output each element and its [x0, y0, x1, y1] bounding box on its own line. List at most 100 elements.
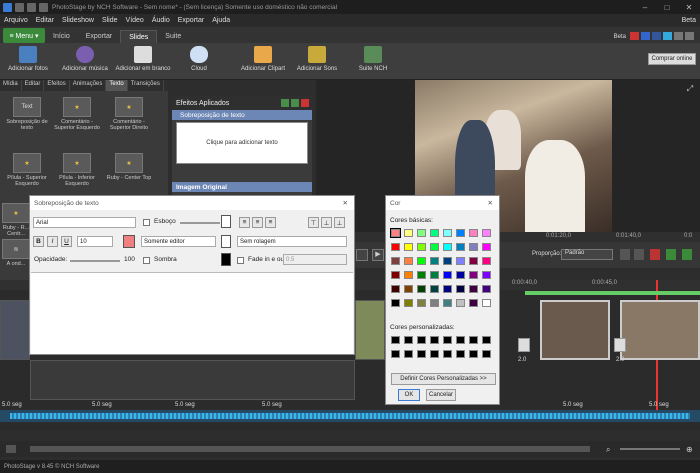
crop-icon[interactable]	[634, 249, 644, 260]
color-swatch[interactable]	[443, 257, 452, 265]
zoom-out-icon[interactable]	[6, 445, 16, 453]
rotate-right-icon[interactable]	[682, 249, 692, 260]
italic-button[interactable]: I	[47, 236, 58, 247]
color-swatch[interactable]	[456, 271, 465, 279]
flickr-icon[interactable]	[641, 32, 650, 40]
color-swatch[interactable]	[417, 285, 426, 293]
shadow-color-swatch[interactable]	[221, 253, 231, 266]
fade-checkbox[interactable]	[237, 257, 244, 264]
color-swatch[interactable]	[482, 257, 491, 265]
save-icon[interactable]	[15, 2, 24, 12]
preset-item[interactable]: ★ Comentário - Superior Direito	[104, 97, 154, 131]
zoom-in-icon[interactable]: ⊕	[686, 445, 696, 454]
menu-arquivo[interactable]: Arquivo	[0, 17, 32, 24]
align-right-button[interactable]: ≡	[265, 217, 276, 228]
custom-color-swatch[interactable]	[430, 336, 439, 344]
color-swatch[interactable]	[456, 243, 465, 251]
facebook-icon[interactable]	[652, 32, 661, 40]
move-up-icon[interactable]	[281, 99, 289, 107]
opacity-slider[interactable]	[70, 260, 120, 262]
bold-button[interactable]: B	[33, 236, 44, 247]
text-editor-area[interactable]	[31, 272, 353, 354]
minimize-button[interactable]: –	[634, 3, 656, 12]
youtube-icon[interactable]	[630, 32, 639, 40]
cloud-button[interactable]: Cloud	[184, 46, 214, 72]
maximize-button[interactable]: □	[656, 3, 678, 12]
align-bottom-button[interactable]: ⊥	[334, 217, 345, 228]
menu-slideshow[interactable]: Slideshow	[58, 17, 98, 24]
tab-suite[interactable]: Suite	[157, 30, 189, 43]
undo-icon[interactable]	[27, 2, 36, 12]
preset-item[interactable]: ★ Comentário - Superior Esquerdo	[52, 97, 102, 131]
custom-color-swatch[interactable]	[417, 336, 426, 344]
twitter-icon[interactable]	[663, 32, 672, 40]
subtab-texto[interactable]: Texto	[106, 80, 128, 91]
color-swatch[interactable]	[430, 299, 439, 307]
zoom-slider[interactable]	[620, 448, 680, 450]
rotate-left-icon[interactable]	[666, 249, 676, 260]
custom-color-swatch[interactable]	[404, 350, 413, 358]
custom-color-swatch[interactable]	[443, 336, 452, 344]
text-color-swatch[interactable]	[123, 235, 135, 248]
custom-color-swatch[interactable]	[417, 350, 426, 358]
menu-editar[interactable]: Editar	[32, 17, 58, 24]
subtab-efeitos[interactable]: Efeitos	[44, 80, 70, 91]
preset-item[interactable]: ≋ A ond...	[2, 239, 30, 267]
align-middle-button[interactable]: ⊥	[321, 217, 332, 228]
custom-color-swatch[interactable]	[443, 350, 452, 358]
preset-item[interactable]: ★ Pílula - Superior Esquerdo	[2, 153, 52, 187]
add-sounds-button[interactable]: Adicionar Sons	[294, 46, 340, 72]
color-swatch[interactable]	[430, 257, 439, 265]
outline-checkbox[interactable]	[143, 219, 150, 226]
custom-color-swatch[interactable]	[469, 336, 478, 344]
custom-color-swatch[interactable]	[404, 336, 413, 344]
audio-waveform[interactable]	[0, 410, 700, 422]
color-swatch[interactable]	[404, 285, 413, 293]
color-swatch[interactable]	[430, 243, 439, 251]
timeline-clip[interactable]	[355, 300, 385, 360]
help-icon[interactable]	[674, 32, 683, 40]
color-swatch[interactable]	[417, 243, 426, 251]
preset-item[interactable]: Text Sobreposição de texto	[2, 97, 52, 131]
color-swatch[interactable]	[404, 271, 413, 279]
add-blank-button[interactable]: Adicionar em branco	[114, 46, 172, 72]
delete-effect-icon[interactable]	[301, 99, 309, 107]
align-top-button[interactable]: ⊤	[308, 217, 319, 228]
color-swatch[interactable]	[430, 229, 439, 237]
play-icon[interactable]: ▶	[372, 249, 384, 261]
align-center-button[interactable]: ≡	[252, 217, 263, 228]
effect-item[interactable]: Sobreposição de texto	[172, 110, 312, 120]
color-swatch[interactable]	[443, 243, 452, 251]
custom-color-swatch[interactable]	[391, 336, 400, 344]
move-down-icon[interactable]	[291, 99, 299, 107]
color-swatch[interactable]	[443, 229, 452, 237]
color-swatch[interactable]	[391, 271, 400, 279]
color-swatch[interactable]	[404, 257, 413, 265]
text-dialog-close-button[interactable]: ✕	[343, 199, 348, 207]
outline-color-swatch[interactable]	[221, 215, 231, 228]
color-swatch[interactable]	[456, 285, 465, 293]
checker-icon[interactable]	[620, 249, 630, 260]
menu-exportar[interactable]: Exportar	[174, 17, 208, 24]
color-dialog-close-button[interactable]: ✕	[488, 199, 493, 207]
color-swatch[interactable]	[404, 299, 413, 307]
color-swatch[interactable]	[417, 257, 426, 265]
color-swatch[interactable]	[469, 229, 478, 237]
info-icon[interactable]	[685, 32, 694, 40]
custom-color-swatch[interactable]	[430, 350, 439, 358]
transition-icon[interactable]	[518, 338, 530, 352]
subtab-midia[interactable]: Mídia	[0, 80, 22, 91]
menu-slide[interactable]: Slide	[98, 17, 122, 24]
color-swatch[interactable]	[482, 243, 491, 251]
timeline-clip-strip[interactable]	[30, 360, 355, 400]
color-swatch[interactable]	[391, 299, 400, 307]
close-button[interactable]: ✕	[678, 3, 700, 12]
ok-button[interactable]: OK	[398, 389, 420, 401]
add-text-box[interactable]: Clique para adicionar texto	[176, 122, 308, 164]
color-swatch[interactable]	[404, 243, 413, 251]
color-swatch[interactable]	[482, 285, 491, 293]
color-swatch[interactable]	[417, 299, 426, 307]
menu-audio[interactable]: Áudio	[148, 17, 174, 24]
custom-color-swatch[interactable]	[482, 336, 491, 344]
color-swatch[interactable]	[469, 285, 478, 293]
